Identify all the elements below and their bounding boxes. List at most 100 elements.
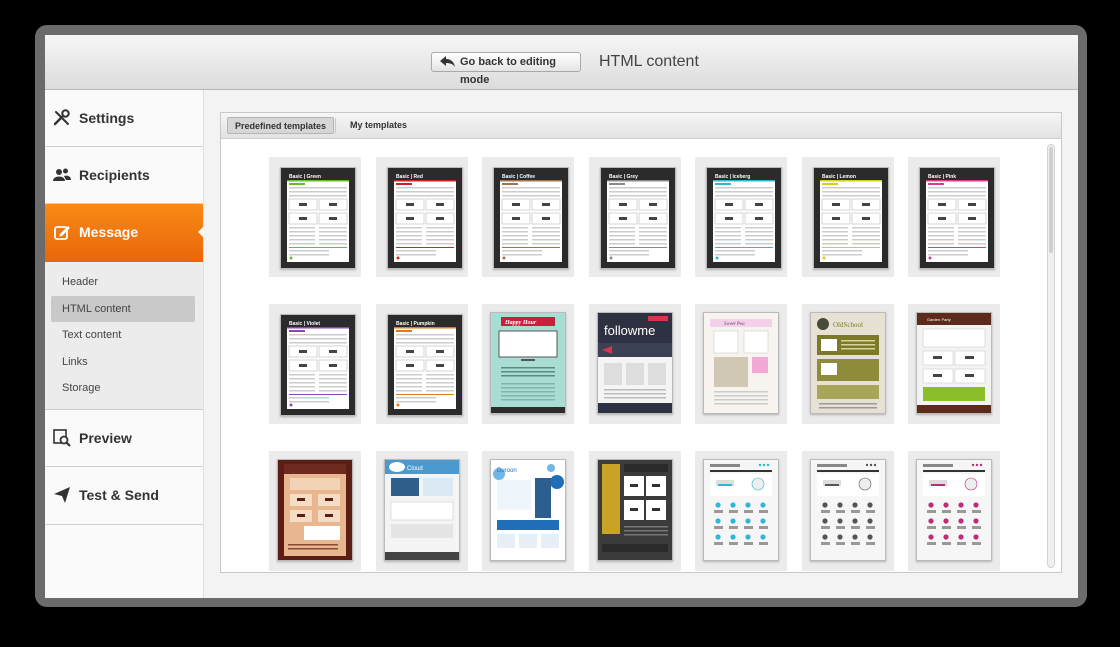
send-icon xyxy=(54,487,70,503)
template-preview-image: followme xyxy=(597,313,672,413)
back-button-label: Go back to editing mode xyxy=(460,56,556,86)
nav-label: Preview xyxy=(79,430,132,446)
template-thumbnail: Basic | Violet xyxy=(280,314,356,416)
template-card[interactable] xyxy=(908,451,1000,571)
message-subnav: Header HTML content Text content Links S… xyxy=(45,262,203,410)
nav-test-send[interactable]: Test & Send xyxy=(45,467,203,525)
template-card[interactable] xyxy=(695,451,787,571)
vertical-scrollbar[interactable] xyxy=(1047,144,1055,568)
template-card[interactable]: Sweet Pea xyxy=(695,304,787,424)
back-arrow-icon xyxy=(440,56,455,67)
tab-divider xyxy=(335,118,336,133)
template-preview-image: Basic | Pink xyxy=(920,168,994,268)
template-card[interactable]: Basic | Pink xyxy=(908,157,1000,277)
template-thumbnail: Basic | Grey xyxy=(599,167,676,269)
page-title: HTML content xyxy=(599,53,699,70)
svg-text:Basic | Coffee: Basic | Coffee xyxy=(502,174,535,180)
template-card[interactable]: Basic | Coffee xyxy=(482,157,574,277)
template-card[interactable]: Basic | Lemon xyxy=(801,157,894,277)
nav-label: Message xyxy=(79,224,139,240)
back-to-editing-button[interactable]: Go back to editing mode xyxy=(431,52,581,86)
template-card[interactable]: Basic | Violet xyxy=(269,304,361,424)
svg-text:Basic | Pumpkin: Basic | Pumpkin xyxy=(396,321,435,327)
template-preview-image: Happy Hour xyxy=(491,313,565,413)
template-preview-image: Duroon xyxy=(491,460,565,560)
template-thumbnail: Basic | Coffee xyxy=(493,167,569,269)
template-card[interactable]: Basic | Pumpkin xyxy=(375,304,468,424)
template-card[interactable] xyxy=(588,451,681,571)
template-thumbnail xyxy=(277,459,353,561)
template-preview-image xyxy=(704,460,778,560)
top-bar: Go back to editing mode HTML content xyxy=(45,35,1078,90)
template-thumbnail: Sweet Pea xyxy=(703,312,779,414)
template-preview-image: Basic | Pumpkin xyxy=(387,315,462,415)
nav-recipients[interactable]: Recipients xyxy=(45,147,203,204)
svg-text:Garden Party: Garden Party xyxy=(927,317,951,322)
template-thumbnail: Garden Party xyxy=(916,312,992,414)
template-thumbnail: Duroon xyxy=(490,459,566,561)
template-card[interactable]: Duroon xyxy=(482,451,574,571)
template-thumbnail xyxy=(703,459,779,561)
content-area: Predefined templates My templates Basic … xyxy=(204,90,1078,598)
svg-text:followme: followme xyxy=(604,323,655,338)
template-card[interactable]: Basic | Green xyxy=(269,157,361,277)
template-thumbnail: Cloud xyxy=(383,459,460,561)
template-thumbnail xyxy=(596,459,673,561)
nav-label: Test & Send xyxy=(79,487,159,503)
template-preview-image xyxy=(278,460,352,560)
template-card[interactable] xyxy=(801,451,894,571)
template-thumbnail: Basic | Lemon xyxy=(812,167,889,269)
editor-window: Go back to editing mode HTML content Set… xyxy=(45,35,1078,598)
nav-settings[interactable]: Settings xyxy=(45,90,203,147)
template-thumbnail: Basic | Pink xyxy=(919,167,995,269)
templates-panel: Predefined templates My templates Basic … xyxy=(220,112,1062,573)
template-thumbnail xyxy=(809,459,886,561)
subnav-links[interactable]: Links xyxy=(51,349,195,375)
tab-my-templates[interactable]: My templates xyxy=(343,117,414,134)
template-card[interactable]: Basic | Iceberg xyxy=(695,157,787,277)
template-thumbnail: Basic | Pumpkin xyxy=(386,314,463,416)
tab-predefined-templates[interactable]: Predefined templates xyxy=(227,117,335,134)
svg-text:Cloud: Cloud xyxy=(407,466,423,472)
nav-preview[interactable]: Preview xyxy=(45,410,203,467)
nav-message[interactable]: Message xyxy=(45,204,204,262)
nav-label: Recipients xyxy=(79,167,150,183)
template-card[interactable]: Basic | Grey xyxy=(588,157,681,277)
template-preview-image xyxy=(597,460,672,560)
svg-text:Basic | Iceberg: Basic | Iceberg xyxy=(715,174,750,180)
subnav-text-content[interactable]: Text content xyxy=(51,322,195,348)
wrench-icon xyxy=(53,109,70,126)
template-preview-image: Basic | Green xyxy=(281,168,355,268)
template-thumbnail xyxy=(916,459,992,561)
template-preview-image xyxy=(810,460,885,560)
sidebar: Settings Recipients Message Header HTML … xyxy=(45,90,204,598)
users-icon xyxy=(53,168,71,181)
svg-text:Basic | Lemon: Basic | Lemon xyxy=(822,174,856,180)
template-preview-image: Cloud xyxy=(384,460,459,560)
edit-icon xyxy=(54,226,70,240)
svg-text:Sweet Pea: Sweet Pea xyxy=(724,322,745,327)
template-preview-image: Basic | Grey xyxy=(600,168,675,268)
svg-text:Basic | Violet: Basic | Violet xyxy=(289,321,320,327)
template-card[interactable] xyxy=(269,451,361,571)
svg-text:Basic | Pink: Basic | Pink xyxy=(928,174,956,180)
template-card[interactable]: Happy Hour xyxy=(482,304,574,424)
template-card[interactable]: Basic | Red xyxy=(375,157,468,277)
template-preview-image: Sweet Pea xyxy=(704,313,778,413)
template-card[interactable]: Cloud xyxy=(375,451,468,571)
template-preview-image: Basic | Violet xyxy=(281,315,355,415)
subnav-html-content[interactable]: HTML content xyxy=(51,296,195,322)
subnav-header[interactable]: Header xyxy=(51,269,195,295)
template-preview-image: Garden Party xyxy=(917,313,991,413)
svg-text:Basic | Green: Basic | Green xyxy=(289,174,321,180)
template-card[interactable]: Garden Party xyxy=(908,304,1000,424)
subnav-storage[interactable]: Storage xyxy=(51,375,195,401)
preview-icon xyxy=(53,429,71,447)
template-card[interactable]: OldSchool xyxy=(801,304,894,424)
scrollbar-thumb[interactable] xyxy=(1049,147,1053,253)
template-card[interactable]: followme xyxy=(588,304,681,424)
template-thumbnail: OldSchool xyxy=(809,312,886,414)
template-preview-image: Basic | Lemon xyxy=(813,168,888,268)
template-thumbnail: Basic | Green xyxy=(280,167,356,269)
template-preview-image: Basic | Coffee xyxy=(494,168,568,268)
